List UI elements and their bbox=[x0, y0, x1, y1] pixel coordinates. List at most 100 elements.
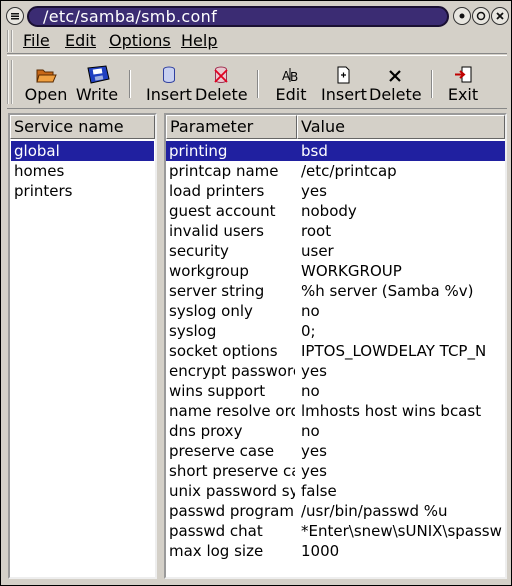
parameter-row[interactable]: preserve case yes bbox=[166, 441, 505, 461]
new-page-icon bbox=[321, 64, 365, 86]
parameter-name: load printers bbox=[169, 182, 265, 200]
parameter-row[interactable]: printcap name/etc/printcap bbox=[166, 161, 505, 181]
parameter-column-header[interactable]: Parameter bbox=[166, 115, 297, 139]
parameter-name: server string bbox=[169, 282, 265, 300]
parameter-value: yes bbox=[301, 462, 327, 480]
delete-x-icon bbox=[369, 64, 421, 86]
toolbar-separator bbox=[129, 70, 131, 98]
menu-bar: File Edit Options Help bbox=[7, 28, 507, 54]
parameter-value: 0; bbox=[301, 322, 316, 340]
parameter-row[interactable]: short preserve ca yes bbox=[166, 461, 505, 481]
parameter-value: no bbox=[301, 302, 320, 320]
parameter-value: yes bbox=[301, 182, 327, 200]
parameter-row[interactable]: guest account nobody bbox=[166, 201, 505, 221]
menubar-grip[interactable] bbox=[7, 30, 13, 52]
window-menu-icon[interactable] bbox=[6, 7, 24, 25]
parameter-name: unix password sy bbox=[169, 482, 295, 500]
parameter-name: max log size bbox=[169, 542, 264, 560]
parameter-row[interactable]: name resolve ord lmhosts host wins bcast bbox=[166, 401, 505, 421]
parameter-value: no bbox=[301, 422, 320, 440]
parameter-row[interactable]: encrypt passworc yes bbox=[166, 361, 505, 381]
toolbar-grip[interactable] bbox=[7, 60, 13, 104]
parameter-value: user bbox=[301, 242, 334, 260]
parameter-name: syslog bbox=[169, 322, 217, 340]
parameter-name: socket options bbox=[169, 342, 278, 360]
parameter-value: lmhosts host wins bcast bbox=[301, 402, 482, 420]
parameter-name: wins support bbox=[169, 382, 266, 400]
service-item[interactable]: printers bbox=[11, 181, 154, 201]
parameter-row[interactable]: invalid users root bbox=[166, 221, 505, 241]
parameter-row[interactable]: security user bbox=[166, 241, 505, 261]
window-title: /etc/samba/smb.conf bbox=[27, 6, 449, 27]
parameter-name: workgroup bbox=[169, 262, 249, 280]
exit-button[interactable]: Exit bbox=[445, 64, 481, 108]
parameter-name: dns proxy bbox=[169, 422, 243, 440]
service-name-header[interactable]: Service name bbox=[10, 115, 155, 139]
parameter-row[interactable]: unix password sy false bbox=[166, 481, 505, 501]
parameter-name: passwd program bbox=[169, 502, 294, 520]
parameter-row[interactable]: passwd chat *Enter\snew\sUNIX\spassw bbox=[166, 521, 505, 541]
menu-edit[interactable]: Edit bbox=[65, 31, 96, 51]
write-button[interactable]: Write bbox=[75, 64, 119, 108]
parameter-value: /etc/printcap bbox=[301, 162, 397, 180]
parameter-row[interactable]: server string %h server (Samba %v) bbox=[166, 281, 505, 301]
insert-parameter-button[interactable]: Insert bbox=[321, 64, 367, 108]
parameter-table[interactable]: Parameter Value printing bsd printcap name… bbox=[164, 113, 507, 579]
parameter-row[interactable]: socket options IPTOS_LOWDELAY TCP_N bbox=[166, 341, 505, 361]
delete-parameter-button[interactable]: Delete bbox=[369, 64, 422, 108]
toolbar-separator bbox=[431, 70, 433, 98]
parameter-row[interactable]: syslog 0; bbox=[166, 321, 505, 341]
toolbar: Open Write Insert Delete AB Edit Insert … bbox=[7, 55, 507, 109]
minimize-icon[interactable] bbox=[453, 7, 471, 25]
parameter-name: printing bbox=[169, 142, 228, 160]
edit-button[interactable]: AB Edit bbox=[271, 64, 311, 108]
parameter-value: 1000 bbox=[301, 542, 340, 560]
delete-database-icon bbox=[195, 64, 247, 86]
parameter-row[interactable]: passwd program/usr/bin/passwd %u bbox=[166, 501, 505, 521]
close-icon[interactable] bbox=[491, 7, 509, 25]
insert-service-button[interactable]: Insert bbox=[143, 64, 195, 108]
parameter-value: WORKGROUP bbox=[301, 262, 402, 280]
parameter-value: *Enter\snew\sUNIX\spassw bbox=[301, 522, 502, 540]
parameter-value: root bbox=[301, 222, 332, 240]
menu-file[interactable]: File bbox=[23, 31, 50, 51]
open-button[interactable]: Open bbox=[23, 64, 69, 108]
menu-help[interactable]: Help bbox=[181, 31, 217, 51]
parameter-name: preserve case bbox=[169, 442, 275, 460]
parameter-row[interactable]: dns proxy no bbox=[166, 421, 505, 441]
parameter-name: name resolve ord bbox=[169, 402, 295, 420]
service-item[interactable]: homes bbox=[11, 161, 154, 181]
parameter-row[interactable]: syslog only no bbox=[166, 301, 505, 321]
parameter-value: yes bbox=[301, 442, 327, 460]
parameter-name: guest account bbox=[169, 202, 276, 220]
parameter-name: printcap name bbox=[169, 162, 279, 180]
value-column-header[interactable]: Value bbox=[297, 115, 505, 139]
parameter-name: passwd chat bbox=[169, 522, 263, 540]
maximize-icon[interactable] bbox=[472, 7, 490, 25]
samba-config-window: /etc/samba/smb.conf File Edit Options He… bbox=[0, 0, 512, 586]
text-edit-icon: AB bbox=[271, 64, 311, 86]
parameter-value: bsd bbox=[301, 142, 328, 160]
menu-options[interactable]: Options bbox=[109, 31, 171, 51]
exit-door-icon bbox=[445, 64, 481, 86]
parameter-row[interactable]: wins support no bbox=[166, 381, 505, 401]
delete-service-button[interactable]: Delete bbox=[195, 64, 248, 108]
parameter-value: %h server (Samba %v) bbox=[301, 282, 474, 300]
parameter-row[interactable]: printing bsd bbox=[166, 141, 505, 161]
service-list[interactable]: Service name global homes printers bbox=[8, 113, 157, 579]
parameter-row[interactable]: max log size 1000 bbox=[166, 541, 505, 561]
database-icon bbox=[143, 64, 195, 86]
parameter-row[interactable]: workgroup WORKGROUP bbox=[166, 261, 505, 281]
floppy-disk-icon bbox=[75, 64, 119, 86]
parameter-value: false bbox=[301, 482, 337, 500]
parameter-value: no bbox=[301, 382, 320, 400]
pane-splitter[interactable] bbox=[157, 113, 164, 579]
parameter-name: syslog only bbox=[169, 302, 253, 320]
toolbar-separator bbox=[257, 70, 259, 98]
parameter-value: IPTOS_LOWDELAY TCP_N bbox=[301, 342, 487, 360]
parameter-value: /usr/bin/passwd %u bbox=[301, 502, 448, 520]
parameter-name: short preserve ca bbox=[169, 462, 295, 480]
service-item[interactable]: global bbox=[11, 141, 154, 161]
title-bar[interactable]: /etc/samba/smb.conf bbox=[1, 1, 511, 31]
parameter-row[interactable]: load printers yes bbox=[166, 181, 505, 201]
